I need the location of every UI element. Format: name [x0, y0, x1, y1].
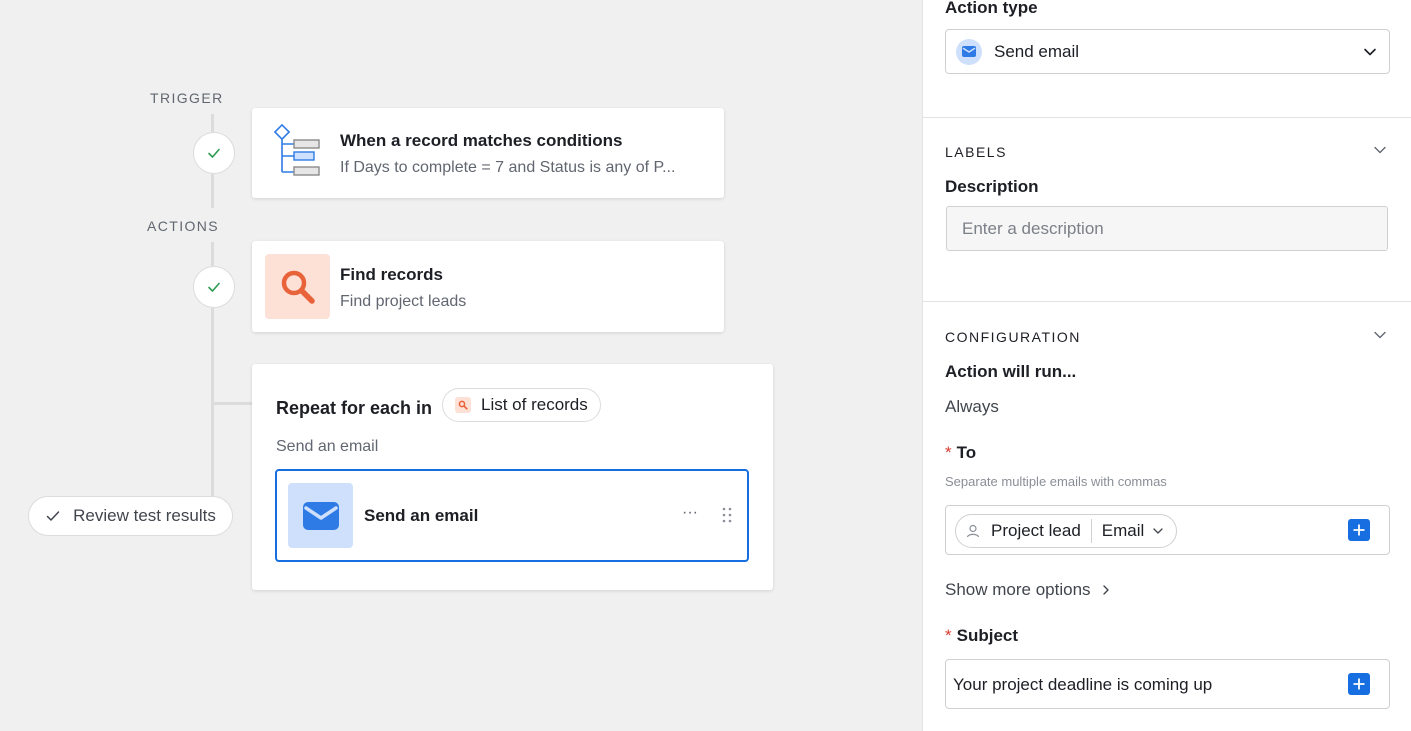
chevron-down-icon — [1374, 331, 1386, 339]
connector-line — [211, 114, 214, 132]
find-records-icon — [265, 254, 330, 319]
find-records-title: Find records — [340, 265, 443, 284]
email-icon — [288, 483, 353, 548]
token-divider — [1090, 519, 1092, 543]
conditions-tree-icon — [274, 124, 324, 180]
action-type-value: Send email — [994, 41, 1080, 61]
subject-label-text: Subject — [956, 626, 1019, 645]
check-icon — [208, 282, 220, 292]
send-email-title: Send an email — [364, 506, 479, 525]
required-marker: * — [945, 626, 952, 645]
chevron-down-icon — [1364, 48, 1376, 55]
config-panel: Action type Send email LABELS Descriptio… — [922, 0, 1411, 731]
repeat-title: Repeat for each in — [276, 398, 433, 418]
labels-section-title: LABELS — [945, 144, 1007, 160]
recipient-field-name: Project lead — [991, 521, 1081, 540]
trigger-section-label: TRIGGER — [150, 90, 224, 106]
action-will-run-value: Always — [945, 397, 999, 416]
user-icon — [966, 524, 980, 538]
find-records-subtitle: Find project leads — [340, 293, 467, 310]
show-more-options-label: Show more options — [945, 580, 1091, 599]
to-label-text: To — [956, 443, 977, 462]
repeat-group-card: Repeat for each in List of records Send … — [252, 364, 773, 590]
chevron-down-icon — [1374, 146, 1386, 154]
subject-field[interactable]: Your project deadline is coming up — [945, 659, 1390, 709]
to-label: * To — [945, 443, 976, 463]
review-test-results-button[interactable]: Review test results — [28, 496, 233, 536]
to-field[interactable]: Project lead Email — [945, 505, 1390, 555]
chevron-down-icon — [1153, 528, 1163, 534]
repeat-source-label: List of records — [481, 395, 588, 414]
repeat-subtitle: Send an email — [276, 438, 379, 455]
email-icon — [956, 38, 982, 65]
description-input[interactable] — [946, 206, 1388, 251]
recipient-token[interactable]: Project lead Email — [955, 514, 1178, 548]
plus-icon — [1353, 678, 1365, 690]
labels-collapse-button[interactable] — [1371, 141, 1389, 159]
description-label: Description — [945, 177, 1039, 196]
trigger-status-check — [193, 132, 235, 174]
subject-value: Your project deadline is coming up — [953, 675, 1213, 694]
action-will-run-label: Action will run... — [945, 362, 1077, 381]
section-divider — [923, 117, 1411, 118]
find-status-check — [193, 266, 235, 308]
connector-line — [213, 402, 253, 405]
automation-canvas: TRIGGER ACTIONS When a record matches co… — [0, 0, 922, 731]
required-marker: * — [945, 443, 952, 462]
plus-icon — [1353, 524, 1365, 536]
trigger-title: When a record matches conditions — [340, 131, 623, 150]
drag-handle-icon[interactable] — [722, 507, 732, 528]
more-options-icon[interactable]: ··· — [682, 504, 698, 522]
check-icon — [208, 148, 220, 158]
configuration-collapse-button[interactable] — [1371, 326, 1389, 344]
connector-line — [211, 242, 214, 266]
repeat-source-pill[interactable]: List of records — [442, 388, 601, 422]
check-icon — [46, 511, 60, 521]
chevron-right-icon — [1102, 585, 1109, 595]
search-icon — [455, 397, 471, 413]
configuration-section-title: CONFIGURATION — [945, 329, 1081, 345]
send-email-step[interactable]: Send an email ··· — [275, 469, 749, 562]
recipient-subfield[interactable]: Email — [1102, 521, 1145, 541]
subject-label: * Subject — [945, 626, 1018, 646]
trigger-card[interactable]: When a record matches conditions If Days… — [252, 108, 724, 198]
action-type-select[interactable]: Send email — [945, 29, 1390, 74]
show-more-options-link[interactable]: Show more options — [945, 580, 1111, 600]
review-test-results-label: Review test results — [73, 506, 216, 525]
add-recipient-button[interactable] — [1348, 519, 1370, 541]
insert-field-button[interactable] — [1348, 673, 1370, 695]
section-divider — [923, 301, 1411, 302]
to-help-text: Separate multiple emails with commas — [945, 474, 1167, 489]
connector-line — [211, 174, 214, 208]
action-type-label: Action type — [945, 0, 1038, 17]
trigger-subtitle: If Days to complete = 7 and Status is an… — [340, 159, 676, 176]
find-records-card[interactable]: Find records Find project leads — [252, 241, 724, 332]
search-icon — [281, 270, 315, 304]
actions-section-label: ACTIONS — [147, 218, 220, 234]
